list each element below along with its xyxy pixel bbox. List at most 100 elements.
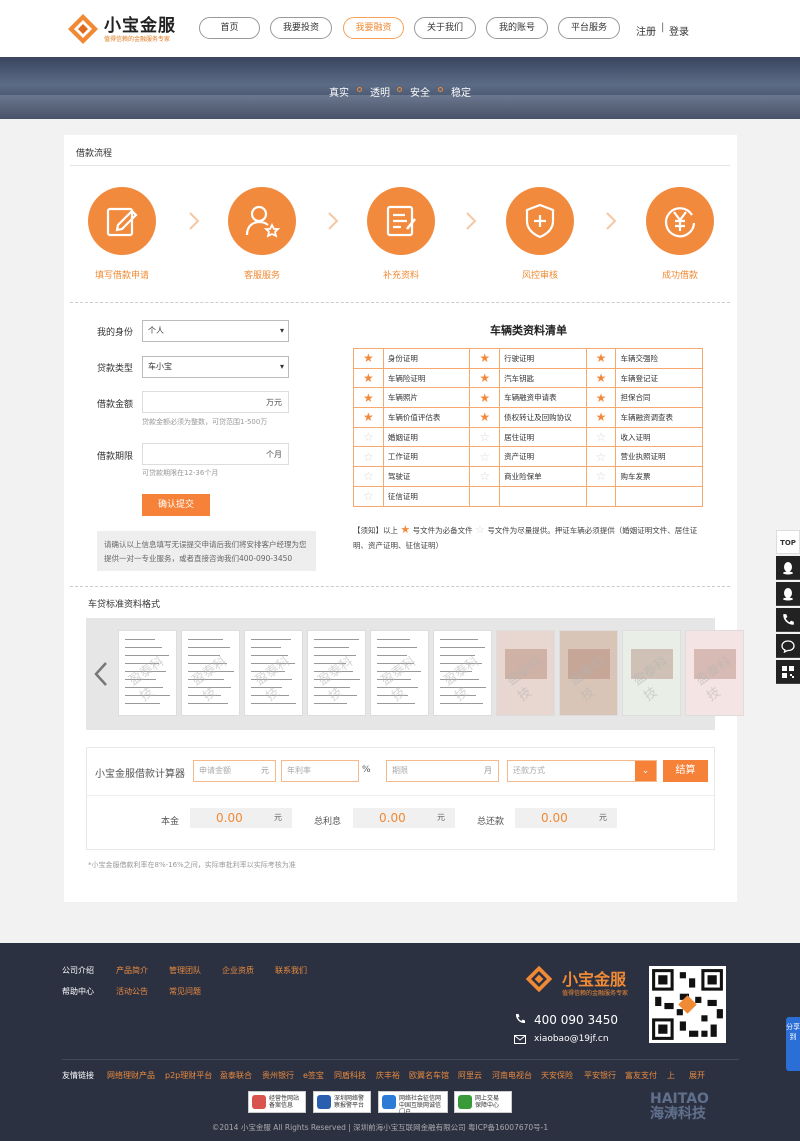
sample-thumbnail[interactable]: 盈泰科技 — [181, 630, 240, 716]
back-to-top-button[interactable]: TOP — [776, 530, 800, 554]
footer-link[interactable]: 企业资质 — [222, 965, 254, 976]
nav-account[interactable]: 我的账号 — [486, 17, 548, 39]
material-star-cell: ★ — [469, 348, 501, 369]
submit-button[interactable]: 确认提交 — [142, 494, 210, 516]
badge-record[interactable]: 经营性网站 备案信息 — [248, 1091, 306, 1113]
logo-icon[interactable] — [66, 12, 100, 46]
sample-thumbnail[interactable]: 盈泰科技 — [559, 630, 618, 716]
step-label: 风控审核 — [521, 271, 558, 281]
qq-button-1[interactable] — [776, 556, 800, 580]
loan-type-label: 贷款类型 — [97, 364, 134, 374]
material-item: 营业执照证明 — [615, 446, 703, 468]
banner-road — [0, 95, 800, 119]
qr-button[interactable] — [776, 660, 800, 684]
thumbnail-line — [377, 639, 410, 640]
friend-link[interactable]: 同盾科技 — [334, 1070, 366, 1081]
amount-input[interactable]: 万元 — [142, 391, 289, 413]
interest-label: 总利息 — [314, 817, 342, 827]
nav-financing[interactable]: 我要融资 — [343, 17, 404, 39]
friend-link[interactable]: 平安银行 — [584, 1070, 616, 1081]
material-item: 工作证明 — [382, 446, 471, 468]
footer-link[interactable]: 帮助中心 — [62, 986, 94, 997]
footer-link[interactable]: 活动公告 — [116, 986, 148, 997]
star-empty-icon: ☆ — [479, 430, 491, 445]
calc-rate-input[interactable]: 年利率 — [281, 760, 359, 782]
friend-link[interactable]: 欧翼名车馆 — [409, 1070, 449, 1081]
badge-trade[interactable]: 网上交易 保障中心 — [454, 1091, 512, 1113]
footer-phone: 400 090 3450 — [534, 1013, 618, 1027]
interest-number: 0.00 — [379, 811, 406, 825]
sample-thumbnail[interactable]: 盈泰科技 — [118, 630, 177, 716]
sample-thumbnail[interactable]: 盈泰科技 — [433, 630, 492, 716]
loan-type-select[interactable]: 车小宝 — [142, 356, 289, 378]
star-full-icon: ★ — [479, 390, 491, 405]
thumbnail-line — [251, 647, 281, 648]
material-star-cell: ★ — [353, 367, 384, 389]
phone-button[interactable] — [776, 608, 800, 632]
friend-link[interactable]: 河南电视台 — [492, 1070, 532, 1081]
friend-link[interactable]: 贵州银行 — [262, 1070, 294, 1081]
nav-about[interactable]: 关于我们 — [414, 17, 476, 39]
expand-links-button[interactable]: 展开 — [689, 1070, 705, 1081]
footer-email[interactable]: xiaobao@19jf.cn — [534, 1034, 609, 1044]
term-input[interactable]: 个月 — [142, 443, 289, 465]
share-button[interactable]: 分享到 — [786, 1017, 800, 1071]
friend-link[interactable]: 阿里云 — [458, 1070, 482, 1081]
footer-link[interactable]: 常见问题 — [169, 986, 201, 997]
sample-thumbnail[interactable]: 盈泰科技 — [685, 630, 744, 716]
friend-link[interactable]: 天安保险 — [541, 1070, 573, 1081]
friend-link[interactable]: 上 — [667, 1070, 675, 1081]
materials-row: ☆ 驾驶证 ☆ 商业险保单 ☆ 购车发票 — [353, 466, 703, 487]
badge-police[interactable]: 深圳网络警 察报警平台 — [313, 1091, 371, 1113]
step-label: 成功借款 — [661, 271, 698, 281]
friend-link[interactable]: p2p理财平台 — [165, 1070, 212, 1081]
chevron-down-icon[interactable]: ⌄ — [635, 761, 656, 781]
footer-link[interactable]: 管理团队 — [169, 965, 201, 976]
identity-select[interactable]: 个人 — [142, 320, 289, 342]
friend-link[interactable]: 富友支付 — [625, 1070, 657, 1081]
sample-thumbnail[interactable]: 盈泰科技 — [244, 630, 303, 716]
sample-thumbnail[interactable]: 盈泰科技 — [622, 630, 681, 716]
sample-thumbnail[interactable]: 盈泰科技 — [370, 630, 429, 716]
friend-link[interactable]: 庆丰裕 — [376, 1070, 400, 1081]
calc-amount-input[interactable]: 申请金额 元 — [193, 760, 276, 782]
chevron-left-icon[interactable] — [94, 661, 108, 687]
calc-method-select[interactable]: 还款方式 ⌄ — [507, 760, 657, 782]
logo-name[interactable]: 小宝金服 — [104, 11, 176, 36]
material-star-cell: ☆ — [469, 446, 501, 468]
calc-term-unit: 月 — [484, 766, 492, 775]
banner-word: 安全 — [410, 88, 430, 99]
calculate-button[interactable]: 结算 — [663, 760, 708, 782]
nav-services[interactable]: 平台服务 — [558, 17, 620, 39]
material-star-cell: ★ — [469, 407, 501, 428]
thumbnail-line — [314, 647, 349, 648]
chevron-right-icon — [463, 211, 479, 231]
material-item: 购车发票 — [615, 466, 703, 487]
sample-thumbnail[interactable]: 盈泰科技 — [307, 630, 366, 716]
materials-note: 【须知】以上 ★ 号文件为必备文件 ☆ 号文件为尽量提供。押证车辆必须提供（婚姻… — [353, 523, 708, 553]
materials-row: ☆ 工作证明 ☆ 资产证明 ☆ 营业执照证明 — [353, 446, 703, 468]
friend-link[interactable]: 盈泰联合 — [220, 1070, 252, 1081]
star-empty-icon: ☆ — [595, 449, 607, 464]
star-full-icon: ★ — [363, 351, 374, 366]
login-link[interactable]: 登录 — [669, 23, 689, 38]
footer-link[interactable]: 产品简介 — [116, 965, 148, 976]
sample-thumbnail[interactable]: 盈泰科技 — [496, 630, 555, 716]
friend-link[interactable]: 网络理财产品 — [107, 1070, 155, 1081]
register-link[interactable]: 注册 — [636, 23, 656, 38]
chat-button[interactable] — [776, 634, 800, 658]
step-circle-service — [228, 187, 296, 255]
material-star-cell: ★ — [353, 387, 384, 409]
footer-link[interactable]: 公司介绍 — [62, 965, 94, 976]
nav-home[interactable]: 首页 — [199, 17, 260, 39]
calc-term-input[interactable]: 期限 月 — [386, 760, 499, 782]
qq-button-2[interactable] — [776, 582, 800, 606]
footer-link[interactable]: 联系我们 — [275, 965, 307, 976]
nav-invest[interactable]: 我要投资 — [270, 17, 332, 39]
badge-credit[interactable]: 网络社会征信网 中国互联网诚信门户 — [378, 1091, 448, 1116]
total-unit: 元 — [599, 813, 607, 822]
thumbnail-line — [188, 639, 223, 640]
thumbnail-line — [314, 639, 359, 640]
step-circle-success — [646, 187, 714, 255]
friend-link[interactable]: e签宝 — [303, 1070, 324, 1081]
